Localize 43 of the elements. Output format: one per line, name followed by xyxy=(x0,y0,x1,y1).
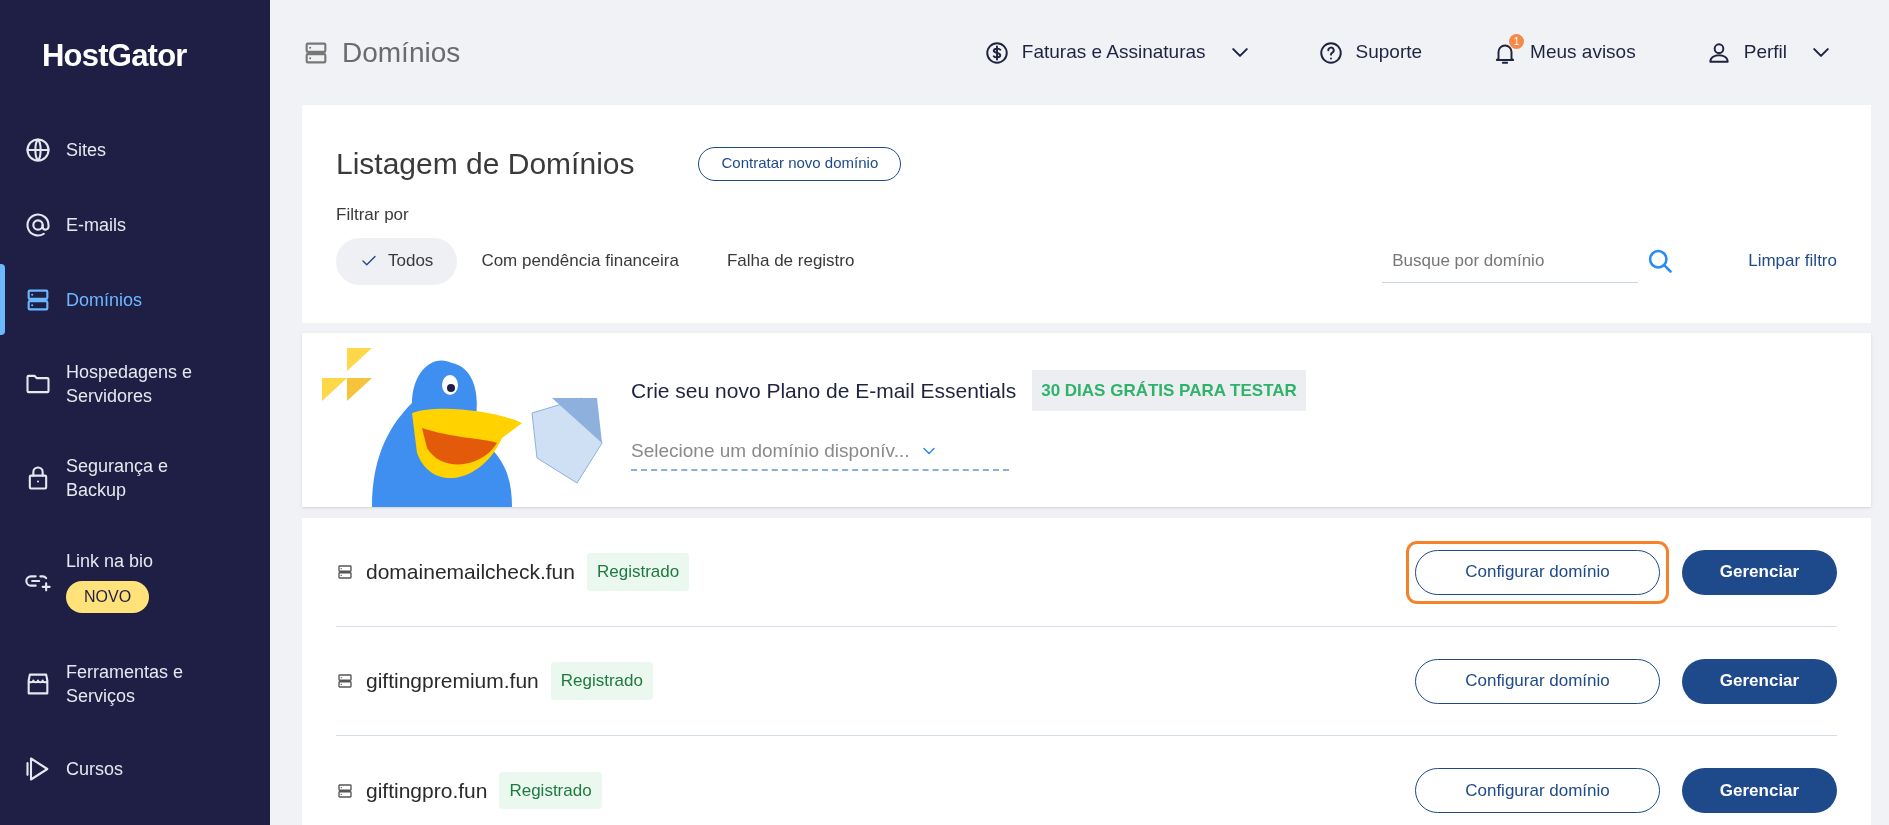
domain-name: giftingpremium.fun xyxy=(366,668,539,695)
nav-item[interactable]: Faturas e Assinaturas xyxy=(983,38,1248,67)
new-badge: NOVO xyxy=(66,581,150,613)
status-badge: Registrado xyxy=(586,553,690,591)
nav-item[interactable]: Suporte xyxy=(1317,38,1423,67)
sidebar-item[interactable]: Sites xyxy=(0,112,270,187)
dollar-circle-icon xyxy=(983,39,1010,66)
globe-icon xyxy=(24,135,52,164)
logo[interactable]: HostGator xyxy=(0,0,270,112)
filter-chip[interactable]: Todos xyxy=(336,237,458,285)
status-badge: Registrado xyxy=(499,771,602,810)
domain-name: domainemailcheck.fun xyxy=(366,559,575,586)
notification-count: 1 xyxy=(1509,33,1525,49)
search-field[interactable]: Busque por domínio xyxy=(1382,239,1639,283)
sidebar-item[interactable]: Domínios xyxy=(0,262,270,337)
sidebar-item[interactable]: Cursos xyxy=(0,731,270,806)
manage-button[interactable]: Gerenciar xyxy=(1682,768,1837,813)
sidebar-item[interactable]: Segurança e Backup xyxy=(0,431,270,525)
sidebar-item[interactable]: Hospedagens e Servidores xyxy=(0,337,270,431)
help-icon xyxy=(1317,39,1344,66)
filter-chip[interactable]: Falha de registro xyxy=(702,237,879,285)
server-icon xyxy=(336,781,354,800)
sidebar-item[interactable]: E-mails xyxy=(0,187,270,262)
server-icon xyxy=(336,563,354,581)
page-title: Domínios xyxy=(342,35,461,70)
chevron-down-icon xyxy=(1813,48,1829,57)
status-badge: Registrado xyxy=(550,662,653,700)
filter-label: Filtrar por xyxy=(336,204,410,226)
clear-filter-link[interactable]: Limpar filtro xyxy=(1748,248,1837,274)
sidebar-item[interactable]: Link na bio NOVO xyxy=(0,525,270,637)
manage-button[interactable]: Gerenciar xyxy=(1682,658,1837,704)
section-title: Listagem de Domínios xyxy=(336,146,635,182)
nav-item[interactable]: Perfil xyxy=(1705,38,1829,67)
domain-name: giftingpro.fun xyxy=(366,777,488,804)
filter-chip[interactable]: Com pendência financeira xyxy=(457,237,703,285)
promo-tag: 30 DIAS GRÁTIS PARA TESTAR xyxy=(1032,369,1306,411)
sidebar-item[interactable]: Ferramentas e Serviços xyxy=(0,637,270,731)
manage-button[interactable]: Gerenciar xyxy=(1682,549,1837,595)
promo-text: Crie seu novo Plano de E-mail Essentials xyxy=(631,377,1017,404)
search-icon[interactable] xyxy=(1646,247,1675,275)
chevron-down-icon xyxy=(1231,48,1248,57)
server-icon xyxy=(336,672,354,690)
at-sign-icon xyxy=(24,210,52,239)
